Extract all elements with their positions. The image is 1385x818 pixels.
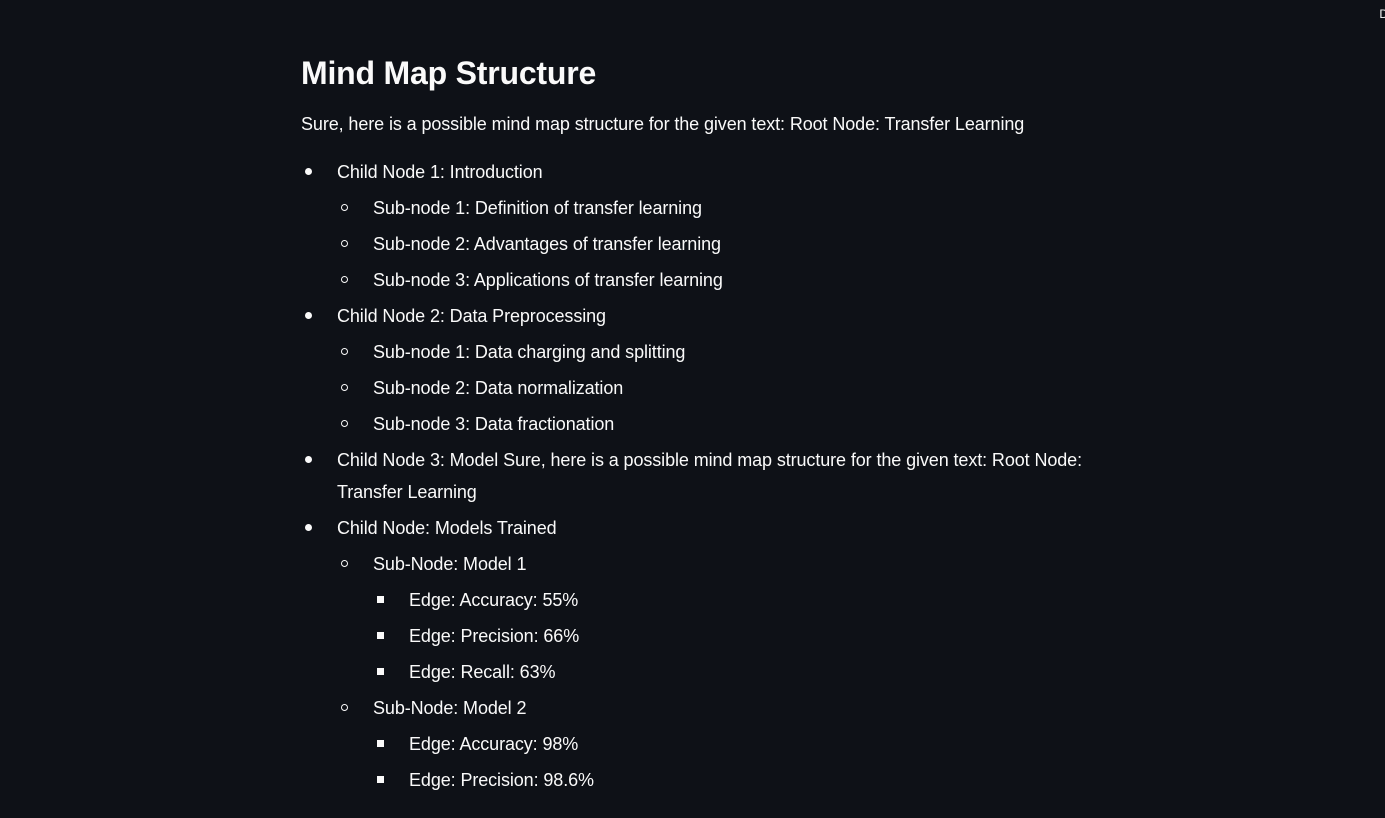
sub-list: Sub-node 1: Data charging and splitting … xyxy=(337,336,1121,440)
list-item-label: Sub-node 1: Data charging and splitting xyxy=(373,342,686,362)
list-item: Child Node 2: Data Preprocessing Sub-nod… xyxy=(301,300,1121,440)
list-item-label: Sub-Node: Model 1 xyxy=(373,554,527,574)
list-item: Edge: Precision: 66% xyxy=(373,620,1121,652)
list-item: Child Node 3: Model Sure, here is a poss… xyxy=(301,444,1121,508)
list-item-label: Edge: Recall: 63% xyxy=(409,662,556,682)
list-item-label: Child Node 1: Introduction xyxy=(337,162,543,182)
toolbar-corner-glyph[interactable]: D xyxy=(1379,8,1385,20)
list-item: Edge: Precision: 98.6% xyxy=(373,764,1121,796)
list-item-label: Sub-node 1: Definition of transfer learn… xyxy=(373,198,702,218)
sub-list: Sub-node 1: Definition of transfer learn… xyxy=(337,192,1121,296)
circle-bullet-icon xyxy=(341,384,348,391)
list-item-label: Edge: Accuracy: 98% xyxy=(409,734,579,754)
mind-map-list: Child Node 1: Introduction Sub-node 1: D… xyxy=(301,156,1121,796)
sub-sub-list: Edge: Accuracy: 98% Edge: Precision: 98.… xyxy=(373,728,1121,796)
list-item-label: Child Node: Models Trained xyxy=(337,518,557,538)
list-item-label: Sub-node 2: Data normalization xyxy=(373,378,624,398)
circle-bullet-icon xyxy=(341,560,348,567)
list-item-label: Child Node 3: Model Sure, here is a poss… xyxy=(337,450,1082,502)
list-item: Sub-node 1: Data charging and splitting xyxy=(337,336,1121,368)
list-item: Sub-node 1: Definition of transfer learn… xyxy=(337,192,1121,224)
page-title: Mind Map Structure xyxy=(301,55,597,91)
square-bullet-icon xyxy=(377,632,384,639)
list-item-label: Sub-Node: Model 2 xyxy=(373,698,527,718)
list-item: Sub-Node: Model 2 Edge: Accuracy: 98% Ed… xyxy=(337,692,1121,796)
disc-bullet-icon xyxy=(305,524,312,531)
square-bullet-icon xyxy=(377,596,384,603)
circle-bullet-icon xyxy=(341,420,348,427)
disc-bullet-icon xyxy=(305,312,312,319)
list-item: Sub-node 3: Data fractionation xyxy=(337,408,1121,440)
list-item-label: Child Node 2: Data Preprocessing xyxy=(337,306,606,326)
circle-bullet-icon xyxy=(341,276,348,283)
square-bullet-icon xyxy=(377,740,384,747)
intro-paragraph: Sure, here is a possible mind map struct… xyxy=(301,114,1025,134)
list-item: Sub-Node: Model 1 Edge: Accuracy: 55% Ed… xyxy=(337,548,1121,688)
sub-list: Sub-Node: Model 1 Edge: Accuracy: 55% Ed… xyxy=(337,548,1121,796)
list-item: Sub-node 2: Advantages of transfer learn… xyxy=(337,228,1121,260)
square-bullet-icon xyxy=(377,668,384,675)
sub-sub-list: Edge: Accuracy: 55% Edge: Precision: 66%… xyxy=(373,584,1121,688)
disc-bullet-icon xyxy=(305,168,312,175)
circle-bullet-icon xyxy=(341,204,348,211)
list-item: Child Node 1: Introduction Sub-node 1: D… xyxy=(301,156,1121,296)
list-item-label: Sub-node 2: Advantages of transfer learn… xyxy=(373,234,721,254)
circle-bullet-icon xyxy=(341,704,348,711)
circle-bullet-icon xyxy=(341,240,348,247)
list-item: Edge: Accuracy: 98% xyxy=(373,728,1121,760)
circle-bullet-icon xyxy=(341,348,348,355)
list-item: Edge: Accuracy: 55% xyxy=(373,584,1121,616)
square-bullet-icon xyxy=(377,776,384,783)
list-item-label: Sub-node 3: Applications of transfer lea… xyxy=(373,270,723,290)
list-item: Child Node: Models Trained Sub-Node: Mod… xyxy=(301,512,1121,796)
list-item-label: Edge: Precision: 66% xyxy=(409,626,580,646)
main-content: Mind Map Structure Sure, here is a possi… xyxy=(301,50,1121,800)
list-item: Sub-node 3: Applications of transfer lea… xyxy=(337,264,1121,296)
list-item-label: Edge: Precision: 98.6% xyxy=(409,770,594,790)
list-item: Sub-node 2: Data normalization xyxy=(337,372,1121,404)
app-page: D Mind Map Structure Sure, here is a pos… xyxy=(0,0,1385,818)
list-item-label: Sub-node 3: Data fractionation xyxy=(373,414,615,434)
list-item-label: Edge: Accuracy: 55% xyxy=(409,590,579,610)
list-item: Edge: Recall: 63% xyxy=(373,656,1121,688)
disc-bullet-icon xyxy=(305,456,312,463)
